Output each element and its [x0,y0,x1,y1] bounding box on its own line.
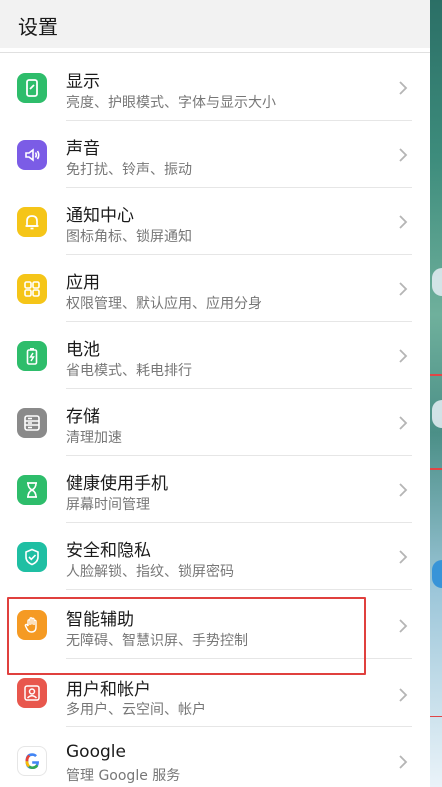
settings-item-apps[interactable]: 应用 权限管理、默认应用、应用分身 [0,255,430,322]
page-title: 设置 [18,15,58,39]
settings-item-digital-balance[interactable]: 健康使用手机 屏幕时间管理 [0,456,430,523]
settings-item-subtitle: 免打扰、铃声、振动 [66,162,192,178]
user-icon [17,678,47,708]
settings-item-display[interactable]: 显示 亮度、护眼模式、字体与显示大小 [0,54,430,121]
settings-item-title: 存储 [66,407,100,427]
chevron-right-icon [396,414,410,432]
display-icon [17,73,47,103]
chevron-right-icon [396,753,410,771]
settings-item-subtitle: 权限管理、默认应用、应用分身 [66,296,262,312]
settings-item-subtitle: 管理 Google 服务 [66,768,181,784]
settings-item-title: 安全和隐私 [66,541,151,561]
header-divider [0,52,430,53]
chevron-right-icon [396,617,410,635]
settings-item-security[interactable]: 安全和隐私 人脸解锁、指纹、锁屏密码 [0,523,430,590]
row-divider [66,589,412,590]
chevron-right-icon [396,548,410,566]
shield-check-icon [17,542,47,572]
background-wallpaper-strip [430,0,442,787]
settings-item-subtitle: 亮度、护眼模式、字体与显示大小 [66,95,276,111]
google-icon [17,746,47,776]
settings-panel: 设置 显示 亮度、护眼模式、字体与显示大小 声音 免打扰、铃声、振动 通知中心 … [0,0,430,787]
settings-item-title: 电池 [66,340,100,360]
settings-item-subtitle: 屏幕时间管理 [66,497,150,513]
chevron-right-icon [396,146,410,164]
settings-item-google[interactable]: Google 管理 Google 服务 [0,727,430,787]
chevron-right-icon [396,481,410,499]
chevron-right-icon [396,79,410,97]
storage-icon [17,408,47,438]
settings-item-title: 用户和帐户 [66,680,151,700]
settings-item-subtitle: 图标角标、锁屏通知 [66,229,192,245]
settings-item-subtitle: 人脸解锁、指纹、锁屏密码 [66,564,234,580]
settings-item-title: 应用 [66,273,100,293]
settings-item-sound[interactable]: 声音 免打扰、铃声、振动 [0,121,430,188]
settings-item-subtitle: 清理加速 [66,430,122,446]
sound-icon [17,140,47,170]
wallpaper-widget [432,268,442,296]
settings-item-subtitle: 省电模式、耗电排行 [66,363,192,379]
settings-item-title: Google [66,742,126,762]
chevron-right-icon [396,347,410,365]
settings-item-title: 显示 [66,72,100,92]
settings-item-title: 通知中心 [66,206,134,226]
settings-item-storage[interactable]: 存储 清理加速 [0,389,430,456]
settings-item-title: 健康使用手机 [66,474,168,494]
notification-bell-icon [17,207,47,237]
wallpaper-red-line [430,468,442,470]
chevron-right-icon [396,280,410,298]
settings-item-notifications[interactable]: 通知中心 图标角标、锁屏通知 [0,188,430,255]
settings-item-title: 声音 [66,139,100,159]
header-bar: 设置 [0,0,430,48]
hourglass-icon [17,475,47,505]
wallpaper-widget [432,400,442,428]
wallpaper-red-line [430,716,442,717]
highlight-box [7,597,366,675]
wallpaper-red-line [430,374,442,376]
wallpaper-widget [432,560,442,588]
settings-item-subtitle: 多用户、云空间、帐户 [66,702,206,718]
battery-icon [17,341,47,371]
settings-item-battery[interactable]: 电池 省电模式、耗电排行 [0,322,430,389]
chevron-right-icon [396,213,410,231]
apps-grid-icon [17,274,47,304]
chevron-right-icon [396,686,410,704]
